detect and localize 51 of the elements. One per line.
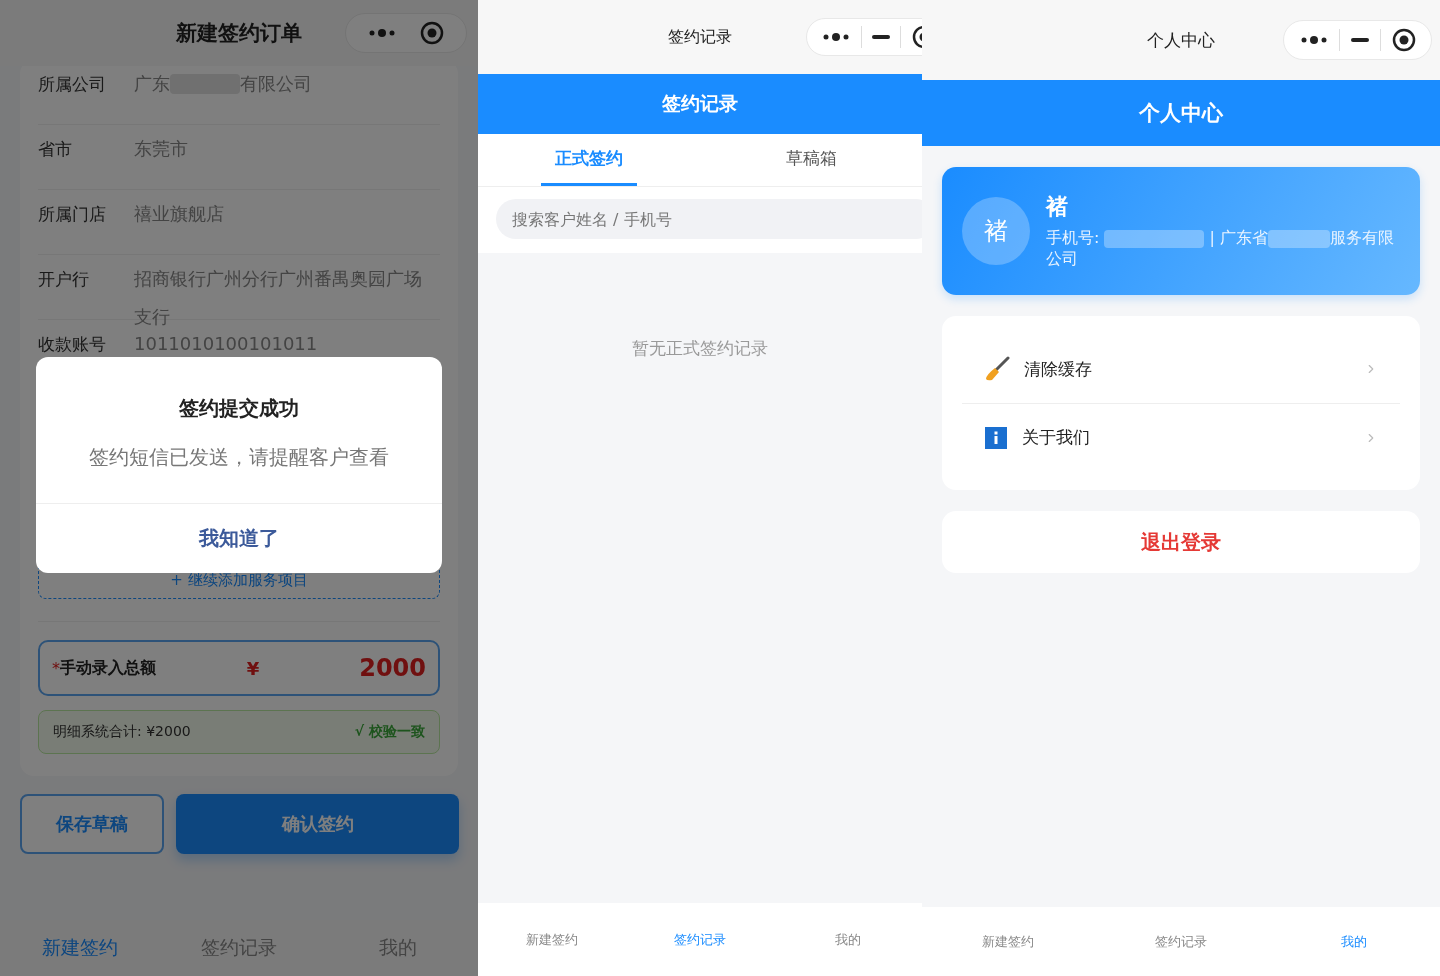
confirm-button[interactable]: 确认签约 (176, 794, 459, 854)
close-icon[interactable] (1391, 28, 1416, 52)
info-icon (984, 425, 1008, 450)
tab-bar-item[interactable]: 我的 (1340, 932, 1367, 951)
acknowledge-button[interactable]: 我知道了 (36, 503, 442, 573)
amount-value: 2000 (359, 654, 426, 682)
tab-bar-item[interactable]: 签约记录 (674, 930, 726, 949)
more-icon[interactable] (1299, 35, 1328, 45)
minimize-icon[interactable] (1350, 38, 1369, 42)
field-label: 手动录入总额 (60, 657, 157, 679)
field-value: 招商银行广州分行广州番禺奥园广场支行 (134, 267, 423, 329)
empty-state-text: 暂无正式签约记录 (631, 337, 769, 360)
field-value: 东莞市 (134, 137, 189, 161)
page-header: 签约记录 (478, 74, 922, 134)
more-icon[interactable] (822, 32, 851, 42)
currency-sign: ¥ (246, 657, 260, 679)
nav-title: 签约记录 (668, 26, 732, 48)
logout-button[interactable]: 退出登录 (942, 511, 1420, 573)
dialog-message: 签约短信已发送，请提醒客户查看 (89, 444, 389, 471)
user-name: 褚 (1046, 193, 1069, 222)
field-label: 开户行 (38, 268, 90, 291)
field-value: 有限公司 (240, 72, 312, 96)
avatar: 褚 (962, 197, 1030, 265)
search-field[interactable]: 搜索客户姓名 / 手机号 (496, 199, 922, 239)
field-label: 所属门店 (38, 203, 107, 226)
nav-title: 个人中心 (1147, 28, 1215, 52)
dialog-title: 签约提交成功 (179, 395, 299, 422)
total-amount-field[interactable]: *手动录入总额 ¥ 2000 (38, 640, 440, 696)
page-header: 个人中心 (922, 80, 1440, 146)
field-label: 所属公司 (38, 73, 107, 96)
tab-bar-item[interactable]: 我的 (835, 930, 861, 949)
save-draft-button[interactable]: 保存草稿 (20, 794, 164, 854)
field-label: 收款账号 (38, 333, 107, 356)
broom-icon (984, 356, 1010, 382)
menu-item[interactable]: 清除缓存 (962, 335, 1400, 403)
field-value: 禧业旗舰店 (134, 202, 225, 226)
field-label: 省市 (38, 138, 73, 161)
field-value: 广东 (134, 72, 170, 96)
tab-bar-item[interactable]: 新建签约 (526, 930, 578, 949)
nav-title: 新建签约订单 (176, 20, 302, 47)
tab-bar-item[interactable]: 签约记录 (1155, 932, 1207, 951)
menu-item[interactable]: 关于我们 (962, 403, 1400, 471)
field-value: 1011010100101011 (134, 332, 319, 356)
required-mark: * (52, 658, 60, 678)
tab-bar-item[interactable]: 新建签约 (41, 935, 118, 961)
verification-status: √ 校验一致 (354, 723, 425, 741)
records-tab[interactable]: 草稿箱 (771, 134, 851, 186)
system-total-text: 明细系统合计: ¥2000 (53, 723, 191, 741)
minimize-icon[interactable] (871, 35, 890, 39)
tab-bar-item[interactable]: 新建签约 (982, 932, 1035, 951)
contact-info-text: 手机号: | 广东省 服务有限公司 (1046, 228, 1396, 270)
